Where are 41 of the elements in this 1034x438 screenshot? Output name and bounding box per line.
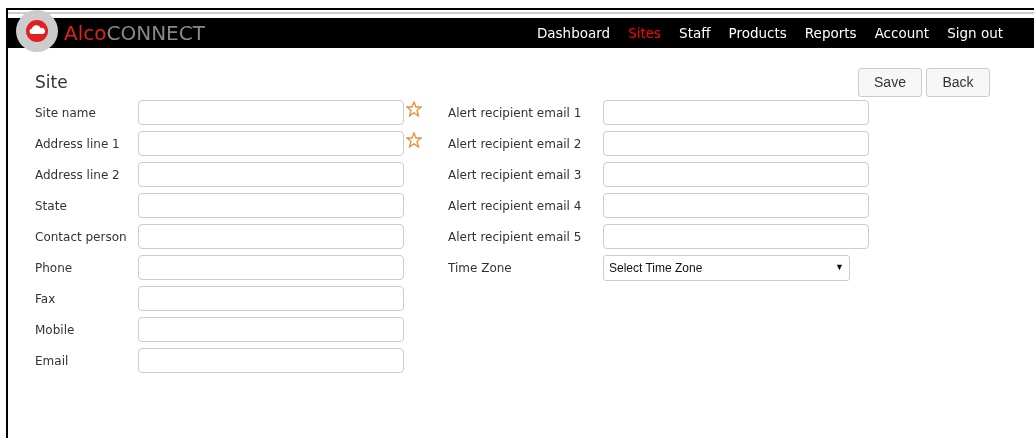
field-label: State [35, 197, 68, 215]
field-label: Fax [35, 290, 57, 308]
field-label: Time Zone [448, 259, 513, 277]
input-field[interactable] [138, 193, 404, 218]
select-dropdown[interactable]: Select Time Zone ▼ [603, 254, 850, 281]
field-label: Alert recipient email 4 [448, 197, 583, 215]
field-label: Alert recipient email 3 [448, 166, 583, 184]
input-field[interactable] [138, 224, 404, 249]
field-label: Email [35, 352, 70, 370]
input-field[interactable] [603, 100, 869, 125]
input-field[interactable] [138, 255, 404, 280]
save-button[interactable]: Save [858, 68, 922, 97]
field-label: Address line 2 [35, 166, 121, 184]
field-label: Site name [35, 104, 97, 122]
input-field[interactable] [138, 317, 404, 342]
nav-link[interactable]: Products [719, 22, 796, 44]
field-label: Contact person [35, 228, 128, 246]
nav-link[interactable]: Account [865, 22, 939, 44]
input-field[interactable] [138, 131, 404, 156]
input-field[interactable] [603, 224, 869, 249]
input-field[interactable] [603, 131, 869, 156]
input-field[interactable] [138, 162, 404, 187]
field-label: Phone [35, 259, 74, 277]
nav-link[interactable]: Reports [795, 22, 866, 44]
input-field[interactable] [138, 348, 404, 373]
nav-link[interactable]: Sign out [938, 22, 1012, 44]
field-label: Alert recipient email 1 [448, 104, 583, 122]
field-label: Address line 1 [35, 135, 121, 153]
input-field[interactable] [603, 193, 869, 218]
page-title: Site [35, 70, 68, 94]
field-label: Alert recipient email 5 [448, 228, 583, 246]
field-label: Alert recipient email 2 [448, 135, 583, 153]
nav-link[interactable]: Staff [670, 22, 720, 44]
input-field[interactable] [603, 162, 869, 187]
input-field[interactable] [138, 100, 404, 125]
logo-text: AlcoCONNECT [64, 20, 205, 47]
field-label: Mobile [35, 321, 76, 339]
input-field[interactable] [138, 286, 404, 311]
nav-link[interactable]: Sites [619, 22, 671, 44]
nav-link[interactable]: Dashboard [527, 22, 620, 44]
back-button[interactable]: Back [926, 68, 990, 97]
